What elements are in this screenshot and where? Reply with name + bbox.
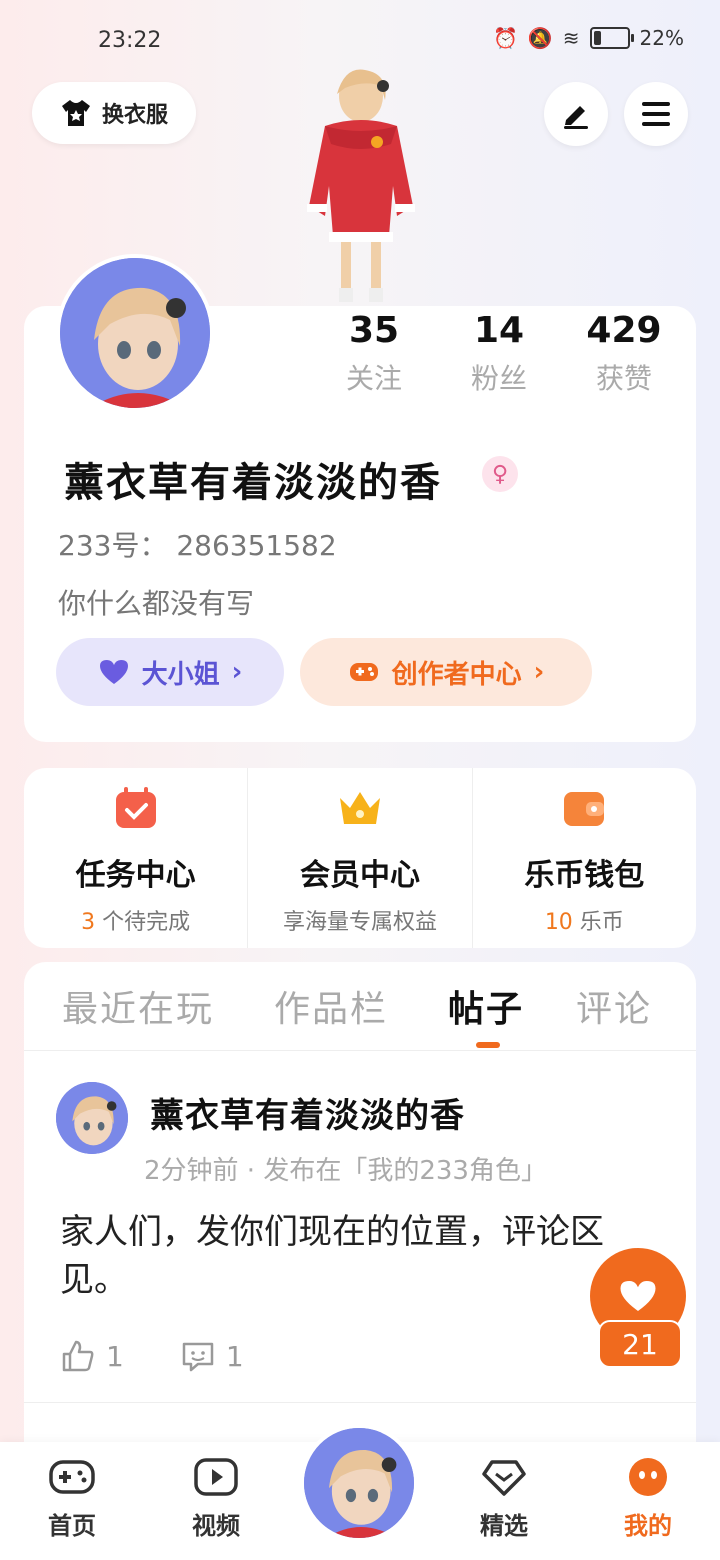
avatar <box>304 1428 414 1538</box>
tab-recent-play[interactable]: 最近在玩 <box>62 980 214 1032</box>
post-author-name[interactable]: 薰衣草有着淡淡的香 <box>150 1088 465 1137</box>
wallet-icon <box>564 792 605 826</box>
post-meta: 2分钟前 · 发布在「我的233角色」 <box>144 1156 547 1186</box>
thumbs-up-icon <box>62 1340 94 1372</box>
crown-icon <box>339 792 380 824</box>
vip-center-sub: 享海量专属权益 <box>282 910 437 935</box>
comment-icon <box>182 1342 214 1372</box>
coin-wallet-title: 乐币钱包 <box>524 858 645 893</box>
post-content[interactable]: 家人们，发你们现在的位置，评论区见。 <box>60 1208 650 1304</box>
avatar <box>56 1082 128 1154</box>
play-icon <box>194 1458 238 1496</box>
username: 薰衣草有着淡淡的香 <box>64 460 442 506</box>
feed-card: 最近在玩 作品栏 帖子 评论 薰衣草有着淡淡的香 2分钟前 · 发布在「我的23… <box>24 962 696 1482</box>
user-id[interactable]: 233号： 286351582 <box>58 524 337 564</box>
nav-home[interactable]: 首页 <box>22 1456 122 1541</box>
heart-diamond-icon <box>482 1460 526 1496</box>
wardrobe-button[interactable]: 换衣服 <box>32 82 196 144</box>
creator-center-label: 创作者中心 <box>391 659 522 690</box>
mute-icon: 🔕 <box>527 26 553 50</box>
battery-icon <box>589 27 634 49</box>
stat-following[interactable]: 35 关注 <box>314 310 434 397</box>
chevron-right-icon: › <box>533 657 545 687</box>
floating-like-count: 21 <box>598 1320 682 1368</box>
heart-icon <box>99 660 128 684</box>
nav-avatar-button[interactable] <box>300 1424 418 1542</box>
stat-following-label: 关注 <box>345 362 402 395</box>
stat-likes-label: 获赞 <box>595 362 652 395</box>
edit-button[interactable] <box>544 82 608 146</box>
vip-center[interactable]: 会员中心 享海量专属权益 <box>247 768 471 948</box>
nav-featured-label: 精选 <box>480 1512 528 1540</box>
gamepad-icon <box>49 1460 95 1494</box>
comment-button[interactable]: 1 <box>180 1338 244 1374</box>
stat-fans-value: 14 <box>473 310 525 351</box>
shirt-icon <box>61 100 90 126</box>
menu-button[interactable] <box>624 82 688 146</box>
pen-icon <box>564 106 588 129</box>
stat-likes-value: 429 <box>586 310 662 351</box>
menu-icon <box>642 102 670 126</box>
post-actions: 1 1 <box>60 1338 244 1374</box>
stat-following-value: 35 <box>348 310 400 351</box>
vip-center-title: 会员中心 <box>299 858 420 893</box>
tab-comments[interactable]: 评论 <box>576 980 652 1032</box>
title-badge-label: 大小姐 <box>141 659 220 690</box>
stat-fans-label: 粉丝 <box>470 362 527 395</box>
active-tab-indicator <box>476 1042 500 1048</box>
gamepad-icon <box>349 663 378 681</box>
heart-icon <box>620 1281 656 1311</box>
like-count: 1 <box>106 1339 124 1373</box>
divider <box>24 1402 696 1403</box>
nav-home-label: 首页 <box>48 1512 96 1540</box>
stat-likes[interactable]: 429 获赞 <box>564 310 684 397</box>
profile-stats: 35 关注 14 粉丝 429 获赞 <box>314 310 684 397</box>
avatar-figure[interactable] <box>285 66 435 306</box>
coin-wallet[interactable]: 乐币钱包 10 乐币 <box>471 768 696 948</box>
alarm-icon: ⏰ <box>492 26 518 50</box>
status-icons: ⏰ 🔕 ≋ 22% <box>493 26 684 50</box>
nav-me-label: 我的 <box>624 1512 672 1540</box>
nav-video-label: 视频 <box>192 1512 240 1540</box>
tab-posts[interactable]: 帖子 <box>448 980 524 1032</box>
female-icon: ♀ <box>482 456 518 492</box>
avatar <box>60 258 210 408</box>
nav-me[interactable]: 我的 <box>598 1456 698 1541</box>
smile-icon <box>629 1458 667 1496</box>
bio[interactable]: 你什么都没有写 <box>58 582 254 622</box>
services-card: 任务中心 3 个待完成 会员中心 享海量专属权益 乐币钱包 10 乐币 <box>24 768 696 948</box>
wifi-icon: ≋ <box>562 26 580 50</box>
nav-video[interactable]: 视频 <box>166 1456 266 1541</box>
tab-works[interactable]: 作品栏 <box>274 980 388 1032</box>
title-badge-button[interactable]: 大小姐 › <box>56 638 284 706</box>
nav-featured[interactable]: 精选 <box>454 1456 554 1541</box>
task-center-title: 任务中心 <box>75 858 196 893</box>
creator-center-button[interactable]: 创作者中心 › <box>300 638 592 706</box>
like-button[interactable]: 1 <box>60 1338 124 1374</box>
task-center-sub: 3 个待完成 <box>81 910 191 935</box>
battery-percent: 22% <box>639 26 684 50</box>
profile-avatar[interactable] <box>56 254 214 412</box>
calendar-icon <box>115 787 156 828</box>
chevron-right-icon: › <box>231 657 243 687</box>
coin-wallet-sub: 10 乐币 <box>544 910 624 935</box>
stat-fans[interactable]: 14 粉丝 <box>439 310 559 397</box>
comment-count: 1 <box>225 1339 244 1373</box>
task-center[interactable]: 任务中心 3 个待完成 <box>24 768 247 948</box>
status-time: 23:22 <box>98 28 162 53</box>
post-author-avatar[interactable] <box>56 1082 128 1154</box>
wardrobe-label: 换衣服 <box>101 103 168 128</box>
profile-tabs: 最近在玩 作品栏 帖子 评论 <box>24 962 696 1051</box>
